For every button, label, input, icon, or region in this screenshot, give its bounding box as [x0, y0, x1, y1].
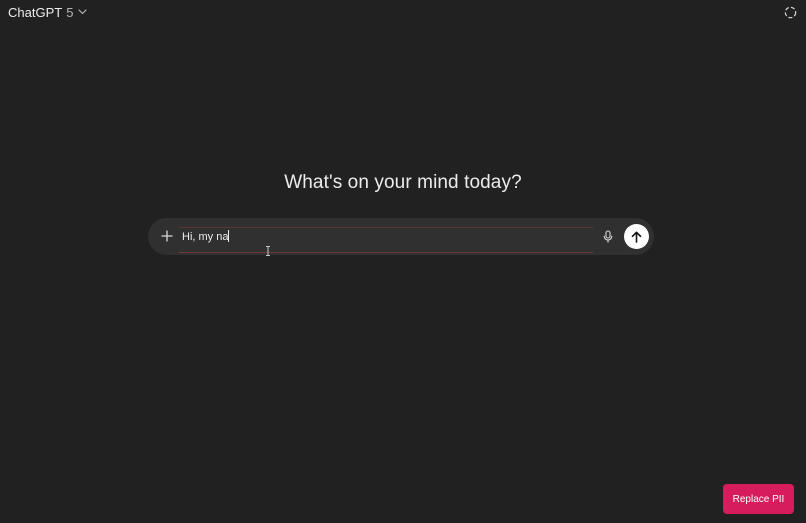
model-version: 5	[66, 4, 74, 20]
text-cursor-icon	[265, 243, 271, 256]
composer: Hi, my na	[148, 218, 654, 255]
message-input-value: Hi, my na	[182, 230, 230, 243]
arrow-up-icon	[631, 231, 642, 243]
chevron-down-icon	[77, 7, 87, 17]
model-name: ChatGPT	[8, 4, 63, 20]
chatgpt-window: ChatGPT 5 What's on your mind today? Hi,…	[0, 0, 806, 523]
plus-icon	[161, 230, 173, 242]
page-headline: What's on your mind today?	[284, 172, 522, 193]
voice-input-button[interactable]	[600, 228, 616, 244]
message-input[interactable]: Hi, my na	[179, 227, 593, 253]
microphone-icon	[603, 229, 613, 243]
temporary-chat-button[interactable]	[782, 4, 798, 20]
replace-pii-button[interactable]: Replace PII	[723, 484, 794, 514]
text-caret	[228, 230, 230, 242]
dashed-circle-icon	[784, 6, 797, 19]
send-button[interactable]	[624, 224, 649, 249]
add-attachment-button[interactable]	[158, 227, 176, 245]
model-selector[interactable]: ChatGPT 5	[6, 3, 89, 21]
